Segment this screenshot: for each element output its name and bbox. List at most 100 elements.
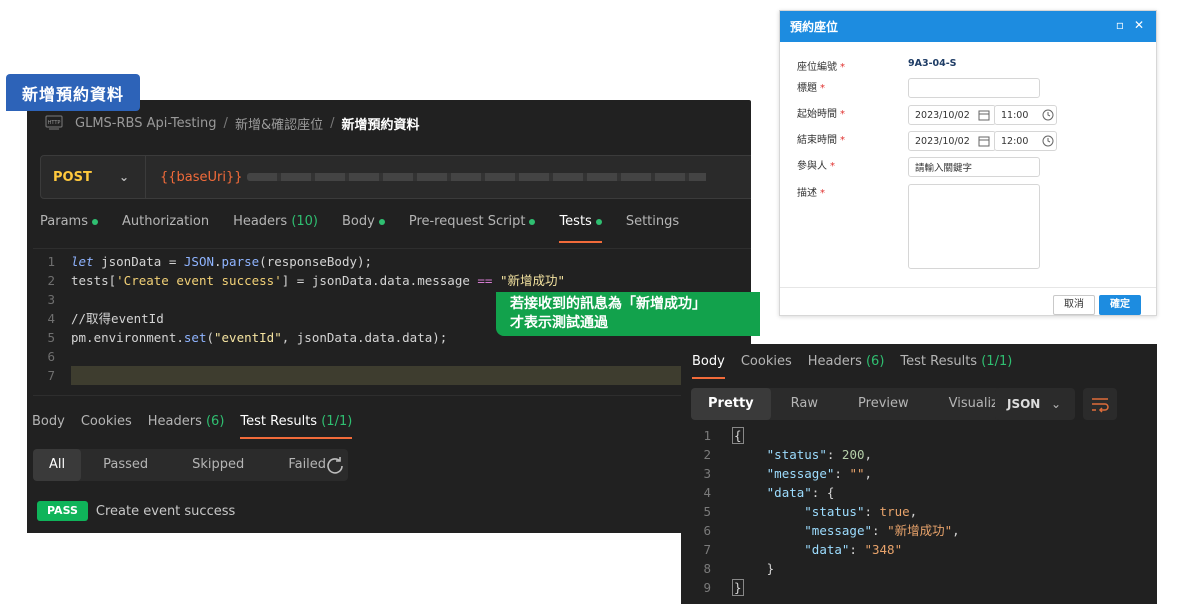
maximize-icon[interactable]: ▫: [1113, 18, 1127, 32]
dialog-header: 預約座位 ▫ ✕: [780, 11, 1156, 42]
format-label: JSON: [1007, 397, 1041, 411]
test-filter-bar: All Passed Skipped Failed: [33, 449, 349, 481]
url-bar: POST ⌄ {{baseUri}}: [40, 155, 751, 199]
code-line-current: 7: [33, 366, 751, 385]
status-dot-icon: [91, 218, 98, 225]
code-line: 1 let jsonData = JSON.parse(responseBody…: [33, 252, 751, 271]
code-line: 9}: [681, 578, 1157, 597]
view-raw[interactable]: Raw: [771, 388, 838, 420]
status-dot-icon: [378, 218, 385, 225]
chevron-down-icon: ⌄: [1050, 397, 1061, 411]
code-line: 5 "status": true,: [681, 502, 1157, 521]
close-icon[interactable]: ✕: [1132, 18, 1146, 32]
test-name: Create event success: [95, 503, 236, 519]
response-json-viewer[interactable]: 1{ 2 "status": 200, 3 "message": "", 4 "…: [681, 426, 1157, 597]
filter-all[interactable]: All: [33, 449, 82, 481]
description-textarea[interactable]: [908, 184, 1040, 269]
clock-icon[interactable]: [1041, 134, 1055, 148]
cancel-button[interactable]: 取消: [1053, 295, 1095, 315]
seat-value: 9A3-04-S: [908, 58, 957, 69]
code-line: 3 "message": "",: [681, 464, 1157, 483]
breadcrumb-current: 新增預約資料: [341, 117, 420, 133]
refresh-icon[interactable]: [325, 455, 345, 475]
breadcrumb-folder[interactable]: 新增&確認座位: [235, 114, 323, 133]
code-object: JSON: [183, 254, 214, 269]
code-text: tests[: [71, 273, 117, 288]
tab-authorization[interactable]: Authorization: [122, 214, 209, 238]
tab-tests[interactable]: Tests: [559, 214, 603, 243]
json-bracket: {: [732, 427, 744, 444]
line-number: 4: [703, 485, 711, 500]
format-select[interactable]: JSON ⌄: [995, 388, 1075, 420]
filter-skipped[interactable]: Skipped: [170, 449, 266, 481]
request-tabs: Params Authorization Headers (10) Body P…: [40, 214, 703, 243]
tab-response-cookies[interactable]: Cookies: [81, 414, 132, 438]
code-line: 1{: [681, 426, 1157, 445]
tab-body[interactable]: Body: [342, 214, 385, 238]
tab-settings[interactable]: Settings: [626, 214, 679, 238]
start-time-label: 起始時間 *: [797, 109, 845, 120]
wrap-lines-icon: [1092, 398, 1109, 413]
tab-pre-request-script[interactable]: Pre-request Script: [409, 214, 536, 238]
line-number: 2: [703, 447, 711, 462]
subject-input[interactable]: [908, 78, 1040, 98]
url-redacted: [246, 173, 706, 181]
tab-label: Settings: [625, 214, 680, 229]
tab-count: (6): [205, 414, 225, 429]
line-number: 7: [47, 368, 55, 383]
breadcrumb-separator: /: [223, 115, 228, 131]
calendar-icon[interactable]: [977, 108, 991, 122]
clock-icon[interactable]: [1041, 108, 1055, 122]
tab-label: Cookies: [80, 414, 132, 429]
tab-params[interactable]: Params: [40, 214, 98, 238]
code-function: parse: [221, 254, 260, 269]
code-text: .: [214, 254, 222, 269]
tab-label: Body: [32, 414, 65, 429]
tab-label: Headers: [807, 354, 862, 369]
line-number: 4: [47, 311, 55, 326]
description-label: 描述 *: [797, 188, 825, 199]
tab-response-body[interactable]: Body: [692, 354, 725, 379]
json-key: "status": [804, 504, 865, 519]
code-line: 4 "data": {: [681, 483, 1157, 502]
tab-headers[interactable]: Headers (10): [233, 214, 318, 238]
view-preview[interactable]: Preview: [838, 388, 929, 420]
tab-label: Test Results: [900, 354, 978, 369]
code-text: , jsonData.data.data);: [281, 330, 448, 345]
line-number: 3: [703, 466, 711, 481]
view-pretty[interactable]: Pretty: [691, 388, 771, 420]
tab-response-headers[interactable]: Headers (6): [808, 354, 885, 378]
tab-response-headers[interactable]: Headers (6): [148, 414, 225, 438]
line-number: 5: [703, 504, 711, 519]
code-line: 2 "status": 200,: [681, 445, 1157, 464]
wrap-lines-button[interactable]: [1083, 388, 1117, 420]
page-title-tag: 新增預約資料: [6, 74, 140, 111]
tab-label: Headers: [147, 414, 202, 429]
calendar-icon[interactable]: [977, 134, 991, 148]
json-key: "data": [766, 485, 812, 500]
tab-response-cookies[interactable]: Cookies: [741, 354, 792, 378]
code-line: 2 tests['Create event success'] = jsonDa…: [33, 271, 751, 290]
json-bracket: }: [766, 561, 775, 576]
tab-response-body[interactable]: Body: [32, 414, 65, 438]
tab-label: Params: [40, 214, 88, 229]
json-bracket: }: [732, 579, 744, 596]
code-keyword: let: [71, 254, 94, 269]
confirm-button[interactable]: 確定: [1099, 295, 1141, 315]
code-text: jsonData =: [93, 254, 184, 269]
json-bracket: {: [826, 485, 835, 500]
breadcrumb-collection[interactable]: GLMS-RBS Api-Testing: [75, 116, 217, 131]
json-key: "message": [804, 523, 872, 538]
json-value: "": [849, 466, 865, 481]
url-input[interactable]: {{baseUri}}: [146, 170, 706, 185]
filter-passed[interactable]: Passed: [81, 449, 170, 481]
tab-test-results[interactable]: Test Results (1/1): [240, 414, 352, 439]
method-select[interactable]: POST ⌄: [41, 156, 146, 198]
code-line: 8 }: [681, 559, 1157, 578]
participant-input[interactable]: 請輸入關鍵字: [908, 157, 1040, 177]
status-dot-icon: [595, 218, 602, 225]
tab-label: Body: [692, 354, 725, 369]
tab-test-results[interactable]: Test Results (1/1): [900, 354, 1012, 378]
line-number: 2: [47, 273, 55, 288]
